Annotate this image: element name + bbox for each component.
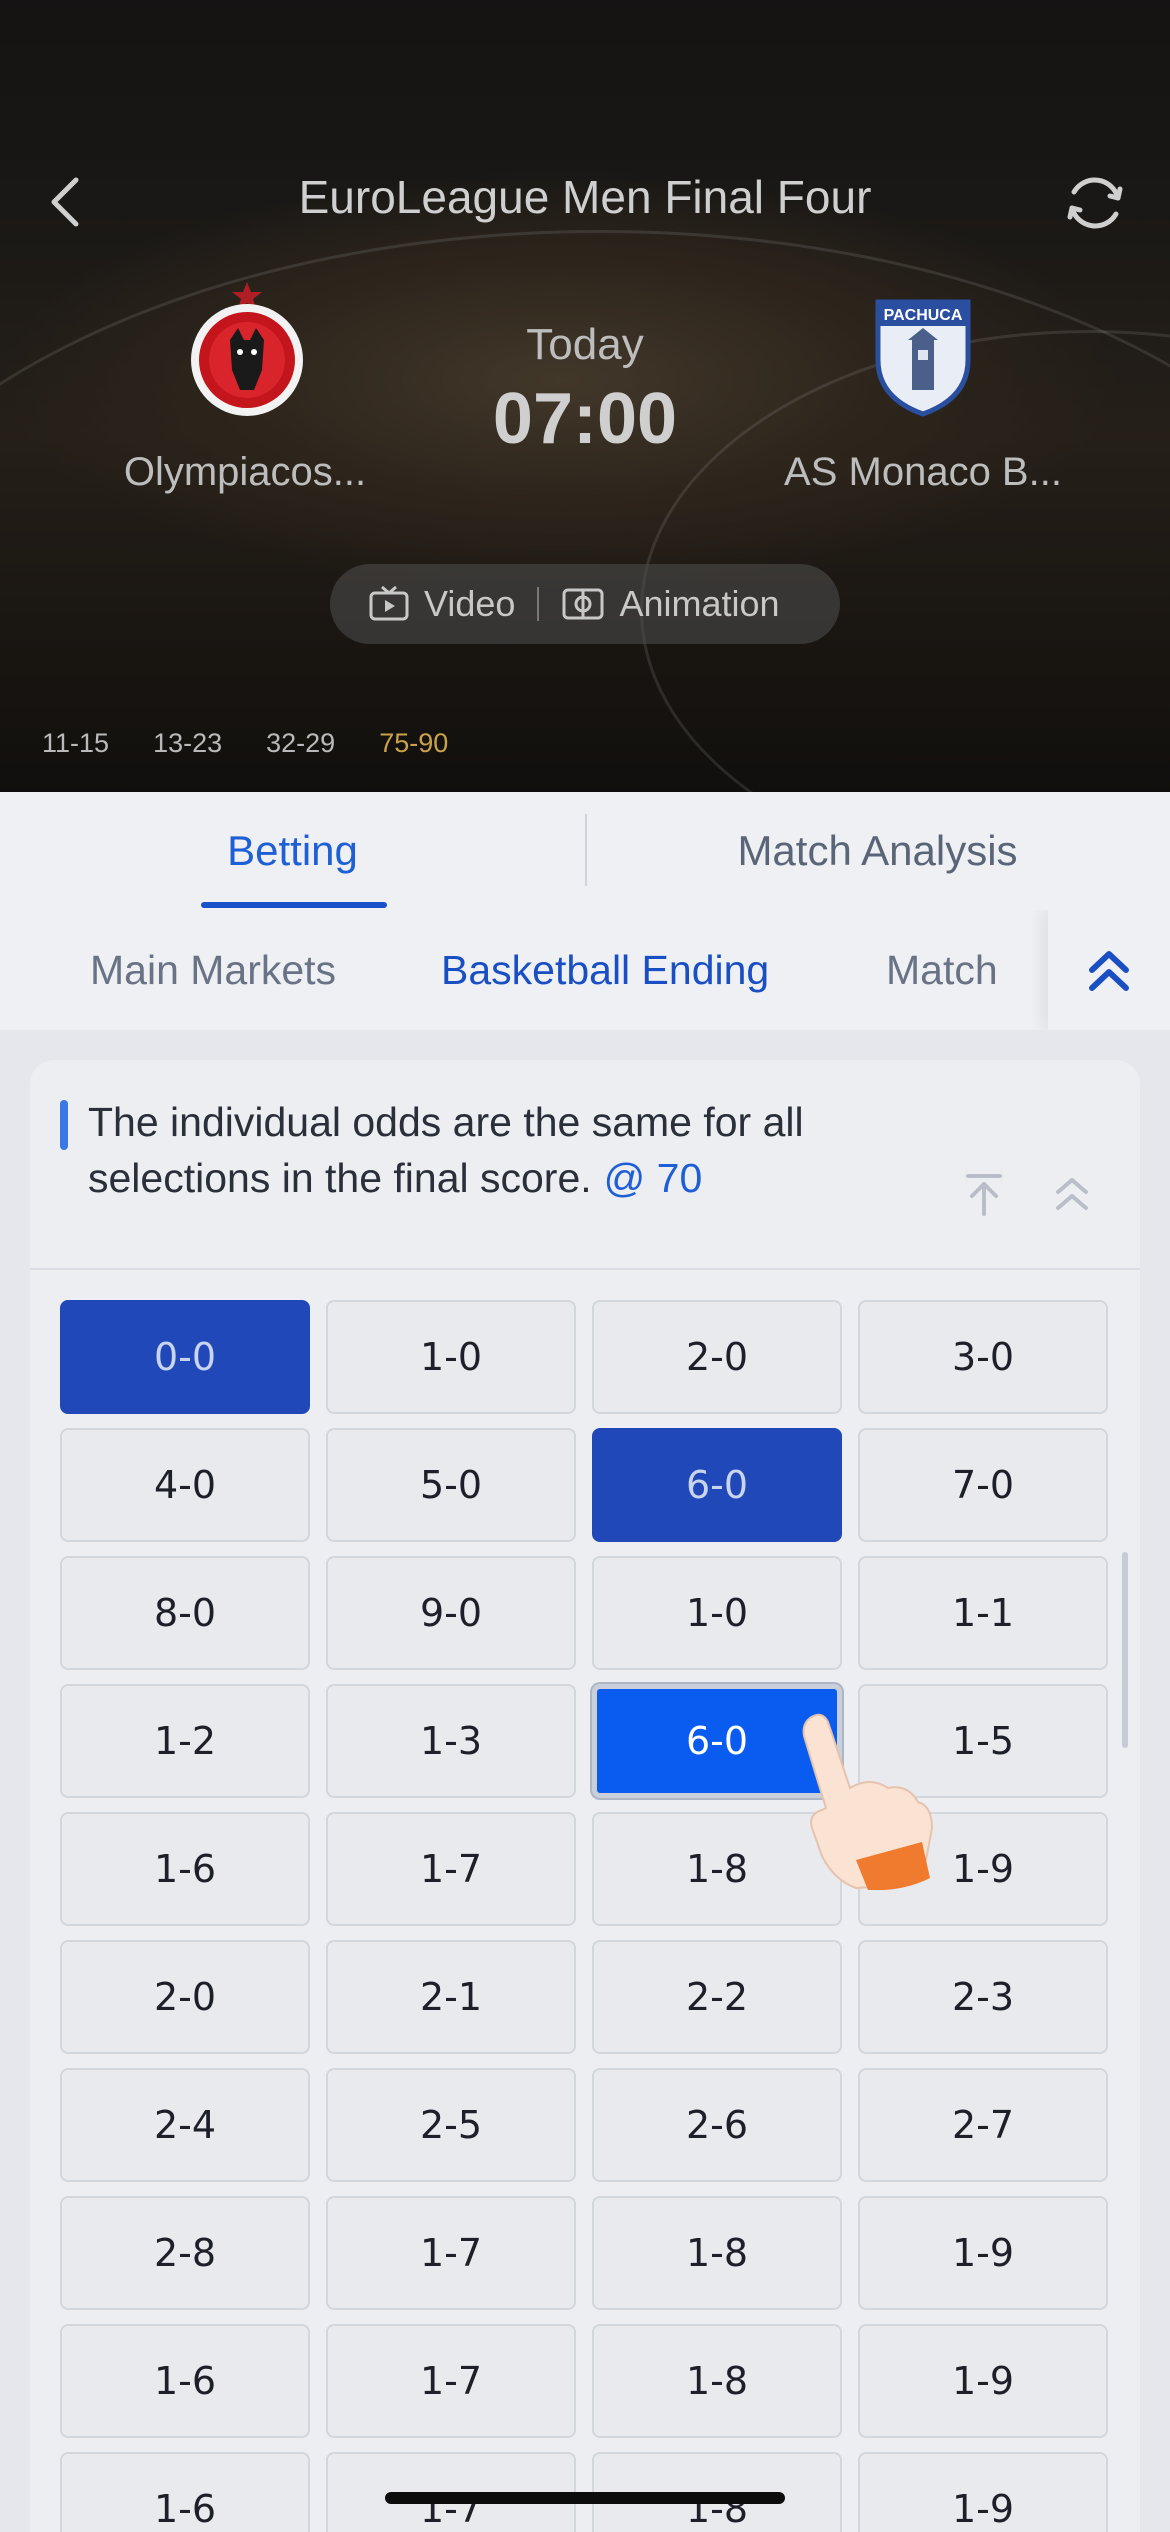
- match-header: EuroLeague Men Final Four Olympiacos... …: [0, 0, 1170, 792]
- home-team-logo: [191, 282, 303, 416]
- media-switch: Video Animation: [330, 564, 840, 644]
- match-day: Today: [526, 320, 644, 369]
- market-tabs: Main Markets Basketball Ending Match: [0, 910, 1170, 1030]
- match-title: EuroLeague Men Final Four: [298, 171, 872, 223]
- quarter-score: 32-29: [266, 728, 336, 758]
- score-option-button[interactable]: 0-0: [60, 1300, 310, 1414]
- score-option-button[interactable]: 6-0: [592, 1428, 842, 1542]
- market-notice: The individual odds are the same for all…: [30, 1060, 1140, 1270]
- notice-accent-bar: [60, 1100, 68, 1150]
- score-option-button[interactable]: 1-7: [326, 2324, 576, 2438]
- match-time: 07:00: [492, 379, 678, 459]
- score-option-button[interactable]: 2-4: [60, 2068, 310, 2182]
- pin-to-top-icon[interactable]: [960, 1170, 1008, 1218]
- score-option-button[interactable]: 1-8: [592, 2196, 842, 2310]
- score-option-button[interactable]: 2-0: [60, 1940, 310, 2054]
- score-option-button[interactable]: 3-0: [858, 1300, 1108, 1414]
- score-option-button[interactable]: 7-0: [858, 1428, 1108, 1542]
- notice-odds: @ 70: [603, 1155, 703, 1201]
- collapse-market-icon[interactable]: [1048, 1170, 1096, 1218]
- away-team-name: AS Monaco B...: [784, 450, 1062, 494]
- score-option-button[interactable]: 2-6: [592, 2068, 842, 2182]
- market-content: The individual odds are the same for all…: [0, 1030, 1170, 2532]
- refresh-icon[interactable]: [1060, 168, 1130, 238]
- score-option-button[interactable]: 9-0: [326, 1556, 576, 1670]
- media-divider: [537, 587, 540, 621]
- away-team-logo: PACHUCA: [875, 299, 971, 417]
- notice-text: The individual odds are the same for all…: [88, 1094, 948, 1206]
- quarter-score-total: 75-90: [379, 728, 449, 758]
- video-label: Video: [424, 583, 516, 624]
- score-option-button[interactable]: 1-0: [326, 1300, 576, 1414]
- tab-betting[interactable]: Betting: [0, 792, 585, 910]
- collapse-tabs-button[interactable]: [1048, 910, 1170, 1030]
- notice-actions: [960, 1170, 1096, 1218]
- score-option-button[interactable]: 2-0: [592, 1300, 842, 1414]
- home-indicator: [385, 2492, 785, 2504]
- score-option-button[interactable]: 1-8: [592, 2324, 842, 2438]
- double-chevron-up-icon: [1089, 951, 1129, 991]
- score-option-button[interactable]: 2-2: [592, 1940, 842, 2054]
- video-button[interactable]: Video: [368, 583, 515, 625]
- home-team-name: Olympiacos...: [123, 450, 367, 494]
- score-option-button[interactable]: 2-1: [326, 1940, 576, 2054]
- score-market-card: The individual odds are the same for all…: [30, 1060, 1140, 2532]
- quarter-score: 11-15: [42, 728, 110, 758]
- tv-icon: [369, 585, 409, 621]
- pitch-icon: [562, 588, 604, 620]
- tap-hand-icon: [802, 1713, 934, 1890]
- score-option-button[interactable]: 1-9: [858, 2452, 1108, 2532]
- quarter-score: 13-23: [153, 728, 223, 758]
- tab-match-analysis[interactable]: Match Analysis: [585, 792, 1170, 910]
- score-option-button[interactable]: 5-0: [326, 1428, 576, 1542]
- subtab-main-markets[interactable]: Main Markets: [90, 910, 336, 1030]
- score-option-button[interactable]: 2-5: [326, 2068, 576, 2182]
- animation-label: Animation: [619, 583, 780, 624]
- score-option-button[interactable]: 1-9: [858, 2196, 1108, 2310]
- active-tab-indicator: [201, 902, 387, 908]
- score-option-button[interactable]: 1-6: [60, 2452, 310, 2532]
- main-tabs: Betting Match Analysis: [0, 792, 1170, 910]
- score-option-button[interactable]: 2-8: [60, 2196, 310, 2310]
- score-option-button[interactable]: 1-1: [858, 1556, 1108, 1670]
- scrollbar[interactable]: [1122, 1552, 1128, 1748]
- score-option-button[interactable]: 1-3: [326, 1684, 576, 1798]
- score-option-button[interactable]: 1-9: [858, 2324, 1108, 2438]
- score-option-button[interactable]: 1-7: [326, 1812, 576, 1926]
- score-option-button[interactable]: 2-7: [858, 2068, 1108, 2182]
- quarter-scores: 11-15 13-23 32-29 75-90: [42, 728, 448, 759]
- svg-text:PACHUCA: PACHUCA: [884, 307, 963, 324]
- score-option-button[interactable]: 1-2: [60, 1684, 310, 1798]
- score-option-button[interactable]: 1-6: [60, 1812, 310, 1926]
- score-option-button[interactable]: 1-6: [60, 2324, 310, 2438]
- score-option-button[interactable]: 1-7: [326, 2196, 576, 2310]
- score-option-button[interactable]: 2-3: [858, 1940, 1108, 2054]
- score-option-button[interactable]: 4-0: [60, 1428, 310, 1542]
- subtab-basketball-ending[interactable]: Basketball Ending: [441, 910, 769, 1030]
- animation-button[interactable]: Animation: [561, 583, 780, 625]
- score-option-button[interactable]: 1-0: [592, 1556, 842, 1670]
- subtab-match[interactable]: Match: [886, 910, 998, 1030]
- score-option-button[interactable]: 8-0: [60, 1556, 310, 1670]
